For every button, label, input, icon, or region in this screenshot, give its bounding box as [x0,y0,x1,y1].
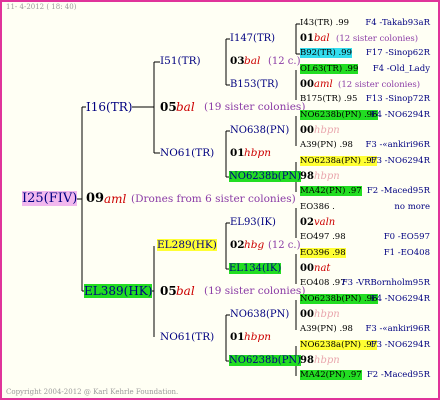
g2-3-note: (12 c.) [268,240,301,251]
g2-3-id[interactable]: EL289(HK) [157,239,217,251]
g4-9-left[interactable]: EO386 . [300,202,335,212]
g3-3-race: hbpn [314,125,340,136]
g3-8-race: hbpn [314,355,340,366]
g4-13-left[interactable]: NO6238b(PN) .96 [300,294,378,304]
g2-1-race: bal [244,55,261,67]
g3-2-id[interactable]: B153(TR) [230,79,278,90]
g4-15-right: F3 -NO6294R [370,340,430,350]
g3-6-id[interactable]: EL134(IK) [229,263,282,274]
root-note: (Drones from 6 sister colonies) [131,193,296,205]
g4-5-right: F4 -NO6294R [370,110,430,120]
g4-10-left[interactable]: EO497 .98 [300,232,346,242]
g2-1-id[interactable]: I51(TR) [160,55,201,67]
g3-8-gen: 98 [300,355,314,366]
g1-1-id[interactable]: I16(TR) [86,100,132,114]
g2-4-race: hbpn [244,331,271,343]
g4-4-left[interactable]: B175(TR) .95 [300,94,357,104]
g4-3-right: F4 -Old_Lady [372,64,430,74]
g2-2-id[interactable]: NO61(TR) [160,147,214,159]
g4-16-left[interactable]: MA42(PN) .97 [300,370,362,380]
g3-5-gen: 02 [300,217,314,228]
g4-8-right: F2 -Maced95R [366,186,430,196]
g4-2-right: F17 -Sinop62R [365,48,430,58]
g2-2-race: hbpn [244,147,271,159]
g3-6-race: nat [314,263,331,274]
g4-7-right: F3 -NO6294R [370,156,430,166]
g3-4-race: hbpn [314,171,340,182]
g4-13-right: F4 -NO6294R [370,294,430,304]
g4-3-left[interactable]: OL63(TR) .99 [300,64,359,74]
g3-4-gen: 98 [300,171,314,182]
g3-3-id[interactable]: NO638(PN) [230,125,289,136]
g3-2-gen: 00 [300,79,314,90]
g1-1-gen: 05 [160,100,177,114]
g3-7-gen: 00 [300,309,314,320]
g4-14-left[interactable]: A39(PN) .98 [300,324,353,334]
root-gen: 09 [86,191,105,206]
g2-2-gen: 01 [230,147,245,159]
g4-9-right: no more [394,202,430,212]
g4-16-right: F2 -Maced95R [366,370,430,380]
g4-7-left[interactable]: NO6238a(PN) .97 [300,156,378,166]
g4-6-left[interactable]: A39(PN) .98 [300,140,353,150]
root-queen-id[interactable]: I25(FIV) [22,191,78,206]
g4-12-right: F3 -VRBornholm95R [341,278,430,288]
g2-4-id[interactable]: NO61(TR) [160,331,214,343]
g2-1-note: (12 c.) [268,56,301,67]
g1-2-race: bal [176,284,195,298]
g3-8-id[interactable]: NO6238b(PN) [229,355,302,366]
g4-12-left[interactable]: EO408 .97 [300,278,346,288]
g3-1-note: (12 sister colonies) [336,34,419,44]
g1-2-id[interactable]: EL389(HK) [84,284,153,298]
g4-1-right: F4 -Takab93aR [365,18,430,28]
g3-6-gen: 00 [300,263,314,274]
g4-4-right: F13 -Sinop72R [365,94,430,104]
g1-2-gen: 05 [160,284,177,298]
g3-1-gen: 01 [300,33,314,44]
g4-8-left[interactable]: MA42(PN) .97 [300,186,362,196]
g1-1-race: bal [176,100,195,114]
g4-14-right: F3 -«ankiri96R [365,324,431,334]
g3-3-gen: 00 [300,125,314,136]
g3-5-race: valn [314,217,336,228]
root-race: aml [104,192,127,206]
g4-15-left[interactable]: NO6238a(PN) .97 [300,340,378,350]
g4-5-left[interactable]: NO6238b(PN) .96 [300,110,378,120]
g2-3-race: hbg [244,239,265,251]
g2-1-gen: 03 [230,55,245,67]
g2-3-gen: 02 [230,239,245,251]
g3-2-note: (12 sister colonies) [338,80,421,90]
g2-4-gen: 01 [230,331,245,343]
g3-1-id[interactable]: I147(TR) [230,33,275,44]
g4-10-right: F0 -EO597 [383,232,430,242]
g4-1-left[interactable]: I43(TR) .99 [300,18,349,28]
g1-2-note: (19 sister colonies) [204,285,306,297]
g3-7-race: hbpn [314,309,340,320]
g4-2-left[interactable]: B92(TR) .99 [300,48,352,58]
copyright: Copyright 2004-2012 @ Karl Kehrle Founda… [6,388,179,396]
g3-2-race: aml [314,79,333,90]
report-date: 11- 4-2012 ( 18: 40) [6,3,77,11]
g3-7-id[interactable]: NO638(PN) [230,309,289,320]
g4-11-left[interactable]: EO396 .98 [300,248,346,258]
g4-11-right: F1 -EO408 [383,248,430,258]
g1-1-note: (19 sister colonies) [204,101,306,113]
g3-1-race: bal [314,33,330,44]
g3-5-id[interactable]: EL93(IK) [230,217,276,228]
g4-6-right: F3 -«ankiri96R [365,140,431,150]
g3-4-id[interactable]: NO6238b(PN) [229,171,302,182]
